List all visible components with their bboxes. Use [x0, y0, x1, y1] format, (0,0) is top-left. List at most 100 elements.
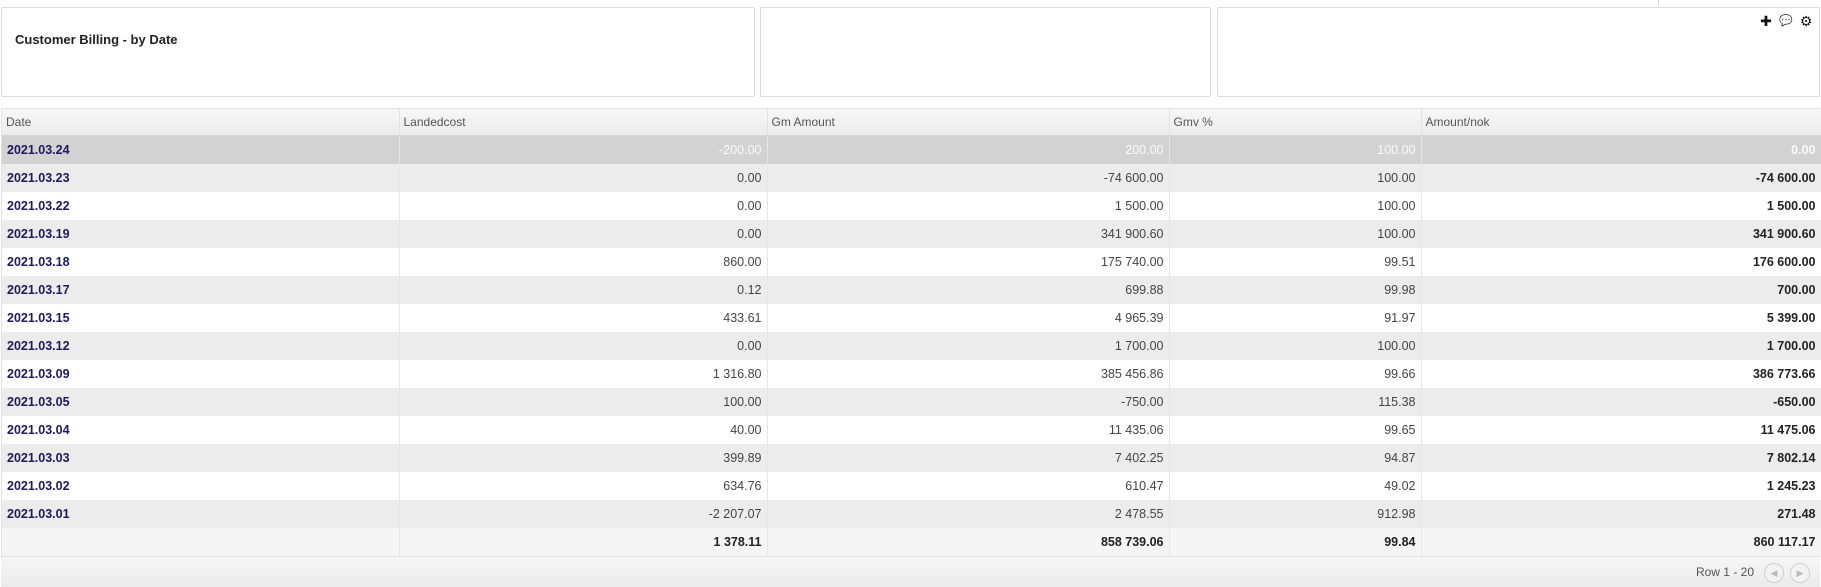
column-header-gm-amount[interactable]: Gm Amount [767, 109, 1170, 136]
table-row[interactable]: 2021.03.05 100.00 -750.00 115.38 -650.00 [2, 388, 1821, 416]
cell-date[interactable]: 2021.03.03 [2, 444, 400, 472]
previous-page-button[interactable]: ◀ [1764, 563, 1784, 583]
cell-gmv-percent: 100.00 [1169, 135, 1422, 164]
column-header-landedcost[interactable]: Landedcost [399, 109, 768, 136]
column-header-date[interactable]: Date [2, 109, 400, 136]
cell-landedcost: 100.00 [399, 388, 768, 416]
chat-icon[interactable]: 💬 [1779, 14, 1793, 28]
cell-date[interactable]: 2021.03.05 [2, 388, 400, 416]
row-range-label: Row 1 - 20 [1695, 565, 1754, 579]
cell-date[interactable]: 2021.03.22 [2, 192, 400, 220]
cell-date[interactable]: 2021.03.09 [2, 360, 400, 388]
cell-date[interactable]: 2021.03.01 [2, 500, 400, 528]
table-row[interactable]: 2021.03.04 40.00 11 435.06 99.65 11 475.06 [2, 416, 1821, 444]
cell-gm-amount: 1 700.00 [767, 332, 1170, 360]
cell-gm-amount: 610.47 [767, 472, 1170, 500]
cell-date[interactable]: 2021.03.24 [2, 135, 400, 164]
title-panel: Customer Billing - by Date [1, 7, 755, 97]
cell-amount-nok: 0.00 [1421, 135, 1821, 164]
cell-amount-nok: 5 399.00 [1421, 304, 1821, 332]
cell-amount-nok: 1 700.00 [1421, 332, 1821, 360]
cell-date[interactable]: 2021.03.02 [2, 472, 400, 500]
billing-table: Date Landedcost Gm Amount Gmv % Amount/n… [2, 109, 1821, 556]
cell-landedcost: 0.00 [399, 332, 768, 360]
cell-gm-amount: -74 600.00 [767, 164, 1170, 192]
total-cell-gm-amount: 858 739.06 [767, 528, 1170, 556]
cell-gm-amount: 175 740.00 [767, 248, 1170, 276]
cell-date[interactable]: 2021.03.17 [2, 276, 400, 304]
cell-gmv-percent: 99.65 [1169, 416, 1422, 444]
cell-date[interactable]: 2021.03.18 [2, 248, 400, 276]
cell-gmv-percent: 91.97 [1169, 304, 1422, 332]
table-row[interactable]: 2021.03.09 1 316.80 385 456.86 99.66 386 773… [2, 360, 1821, 388]
table-row[interactable]: 2021.03.22 0.00 1 500.00 100.00 1 500.00 [2, 192, 1821, 220]
cell-landedcost: 1 316.80 [399, 360, 768, 388]
cell-landedcost: 0.00 [399, 220, 768, 248]
cell-gmv-percent: 94.87 [1169, 444, 1422, 472]
table-row[interactable]: 2021.03.15 433.61 4 965.39 91.97 5 399.00 [2, 304, 1821, 332]
cell-amount-nok: 1 245.23 [1421, 472, 1821, 500]
gear-icon[interactable]: ⚙ [1799, 14, 1813, 28]
cell-landedcost: 860.00 [399, 248, 768, 276]
cell-gmv-percent: 100.00 [1169, 332, 1422, 360]
total-cell-gmv-percent: 99.84 [1169, 528, 1422, 556]
cell-amount-nok: -650.00 [1421, 388, 1821, 416]
total-cell-amount-nok: 860 117.17 [1421, 528, 1821, 556]
header-row: Date Landedcost Gm Amount Gmv % Amount/n… [2, 109, 1821, 136]
cell-gmv-percent: 100.00 [1169, 164, 1422, 192]
table-row[interactable]: 2021.03.01 -2 207.07 2 478.55 912.98 271.48 [2, 500, 1821, 528]
table-row[interactable]: 2021.03.19 0.00 341 900.60 100.00 341 900.60 [2, 220, 1821, 248]
cell-amount-nok: -74 600.00 [1421, 164, 1821, 192]
cell-amount-nok: 386 773.66 [1421, 360, 1821, 388]
table-row[interactable]: 2021.03.18 860.00 175 740.00 99.51 176 600.0… [2, 248, 1821, 276]
cell-gm-amount: 7 402.25 [767, 444, 1170, 472]
column-header-gmv-percent[interactable]: Gmv % [1169, 109, 1422, 136]
top-divider-tick [1658, 0, 1659, 5]
cell-gm-amount: -750.00 [767, 388, 1170, 416]
cell-amount-nok: 11 475.06 [1421, 416, 1821, 444]
cell-landedcost: -200.00 [399, 135, 768, 164]
cell-gmv-percent: 99.98 [1169, 276, 1422, 304]
cell-landedcost: -2 207.07 [399, 500, 768, 528]
totals-row: 1 378.11 858 739.06 99.84 860 117.17 [2, 528, 1821, 556]
cell-date[interactable]: 2021.03.12 [2, 332, 400, 360]
cell-landedcost: 433.61 [399, 304, 768, 332]
toolbar: ✚ 💬 ⚙ [1759, 14, 1813, 28]
cell-date[interactable]: 2021.03.19 [2, 220, 400, 248]
toolbar-panel: ✚ 💬 ⚙ [1217, 7, 1820, 97]
cell-landedcost: 0.00 [399, 192, 768, 220]
cell-gmv-percent: 100.00 [1169, 192, 1422, 220]
cell-amount-nok: 1 500.00 [1421, 192, 1821, 220]
cell-landedcost: 0.12 [399, 276, 768, 304]
cell-gm-amount: 11 435.06 [767, 416, 1170, 444]
page-title: Customer Billing - by Date [15, 32, 178, 47]
next-page-button[interactable]: ▶ [1790, 563, 1810, 583]
cell-amount-nok: 700.00 [1421, 276, 1821, 304]
cell-landedcost: 634.76 [399, 472, 768, 500]
cell-gm-amount: 1 500.00 [767, 192, 1170, 220]
cell-date[interactable]: 2021.03.23 [2, 164, 400, 192]
total-cell-date [2, 528, 400, 556]
table-row[interactable]: 2021.03.02 634.76 610.47 49.02 1 245.23 [2, 472, 1821, 500]
cell-amount-nok: 341 900.60 [1421, 220, 1821, 248]
table-row[interactable]: 2021.03.24 -200.00 200.00 100.00 0.00 [2, 135, 1821, 164]
plus-icon[interactable]: ✚ [1759, 14, 1773, 28]
cell-date[interactable]: 2021.03.15 [2, 304, 400, 332]
cell-amount-nok: 271.48 [1421, 500, 1821, 528]
table-body: 2021.03.24 -200.00 200.00 100.00 0.00 2021.03… [2, 135, 1821, 556]
table-row[interactable]: 2021.03.17 0.12 699.88 99.98 700.00 [2, 276, 1821, 304]
cell-gm-amount: 385 456.86 [767, 360, 1170, 388]
cell-landedcost: 0.00 [399, 164, 768, 192]
cell-gm-amount: 4 965.39 [767, 304, 1170, 332]
column-header-amount-nok[interactable]: Amount/nok [1421, 109, 1821, 136]
table-row[interactable]: 2021.03.03 399.89 7 402.25 94.87 7 802.14 [2, 444, 1821, 472]
grid-footer: Row 1 - 20 ◀ ▶ [1, 556, 1820, 587]
cell-gm-amount: 341 900.60 [767, 220, 1170, 248]
table-row[interactable]: 2021.03.12 0.00 1 700.00 100.00 1 700.00 [2, 332, 1821, 360]
cell-date[interactable]: 2021.03.04 [2, 416, 400, 444]
billing-grid: Date Landedcost Gm Amount Gmv % Amount/n… [1, 108, 1821, 586]
middle-panel [760, 7, 1211, 97]
cell-landedcost: 399.89 [399, 444, 768, 472]
table-row[interactable]: 2021.03.23 0.00 -74 600.00 100.00 -74 600.00 [2, 164, 1821, 192]
cell-gmv-percent: 115.38 [1169, 388, 1422, 416]
